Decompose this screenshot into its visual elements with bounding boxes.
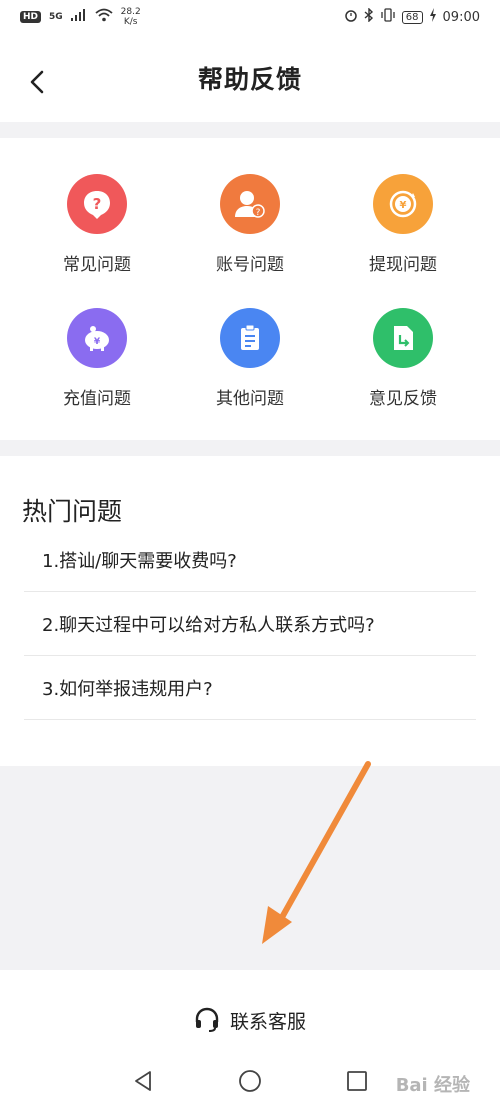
faq-item[interactable]: 1.搭讪/聊天需要收费吗? — [24, 528, 476, 592]
net-speed-unit: K/s — [123, 17, 138, 27]
category-withdraw-questions[interactable]: ¥ 提现问题 — [328, 174, 478, 294]
category-label: 提现问题 — [369, 255, 437, 275]
empty-area — [0, 766, 500, 970]
category-label: 常见问题 — [63, 255, 131, 275]
charging-icon — [429, 8, 437, 26]
nav-recents-button[interactable] — [342, 1066, 372, 1096]
clipboard-icon — [220, 308, 280, 368]
piggy-bank-icon: ¥ — [67, 308, 127, 368]
headset-icon — [195, 1007, 219, 1032]
category-account-questions[interactable]: ? 账号问题 — [175, 174, 325, 294]
page-title: 帮助反馈 — [197, 65, 302, 94]
hot-questions-section: 热门问题 1.搭讪/聊天需要收费吗? 2.聊天过程中可以给对方私人联系方式吗? … — [0, 456, 500, 766]
wifi-icon — [95, 8, 113, 26]
signal-bars-icon — [70, 9, 87, 25]
signal-indicator: 5G — [49, 12, 63, 22]
account-icon: ? — [220, 174, 280, 234]
clock-time: 09:00 — [442, 9, 480, 25]
category-common-questions[interactable]: ? 常见问题 — [22, 174, 172, 294]
category-recharge-questions[interactable]: ¥ 充值问题 — [22, 308, 172, 428]
bluetooth-icon — [364, 7, 374, 26]
category-other-questions[interactable]: 其他问题 — [175, 308, 325, 428]
category-label: 充值问题 — [63, 389, 131, 409]
svg-text:¥: ¥ — [400, 200, 407, 211]
hot-questions-title: 热门问题 — [22, 497, 123, 526]
hd-badge: HD — [20, 11, 42, 23]
header: 帮助反馈 — [0, 34, 500, 122]
feedback-doc-icon — [373, 308, 433, 368]
square-recents-icon — [346, 1070, 367, 1091]
question-icon: ? — [67, 174, 127, 234]
faq-item[interactable]: 3.如何举报违规用户? — [24, 656, 476, 720]
nav-home-button[interactable] — [235, 1066, 265, 1096]
vibrate-icon — [380, 8, 396, 26]
svg-text:?: ? — [256, 208, 261, 218]
faq-item[interactable]: 2.聊天过程中可以给对方私人联系方式吗? — [24, 592, 476, 656]
battery-level: 68 — [401, 10, 423, 24]
category-label: 账号问题 — [216, 255, 284, 275]
circle-home-icon — [239, 1069, 261, 1092]
status-left: HD 5G 28.2 K/s — [20, 7, 141, 27]
alarm-icon — [344, 8, 358, 26]
net-speed-value: 28.2 — [120, 7, 141, 17]
withdraw-icon: ¥ — [373, 174, 433, 234]
nav-back-button[interactable] — [128, 1066, 158, 1096]
status-right: 68 09:00 — [344, 7, 480, 26]
triangle-back-icon — [135, 1070, 152, 1091]
category-grid: ? 常见问题 ? 账号问题 ¥ 提现问题 ¥ 充值问题 其他问题 意见反馈 — [0, 138, 500, 440]
net-speed: 28.2 K/s — [121, 7, 141, 27]
back-button[interactable] — [26, 70, 50, 94]
status-bar: HD 5G 28.2 K/s 68 09:00 — [0, 0, 500, 34]
svg-text:¥: ¥ — [94, 337, 101, 347]
category-label: 意见反馈 — [369, 389, 437, 409]
category-label: 其他问题 — [216, 389, 284, 409]
svg-text:?: ? — [93, 195, 102, 213]
contact-service-label: 联系客服 — [229, 1010, 306, 1033]
watermark: Bai 经验 — [395, 1075, 470, 1096]
category-feedback[interactable]: 意见反馈 — [328, 308, 478, 428]
back-chevron-icon — [30, 70, 44, 94]
